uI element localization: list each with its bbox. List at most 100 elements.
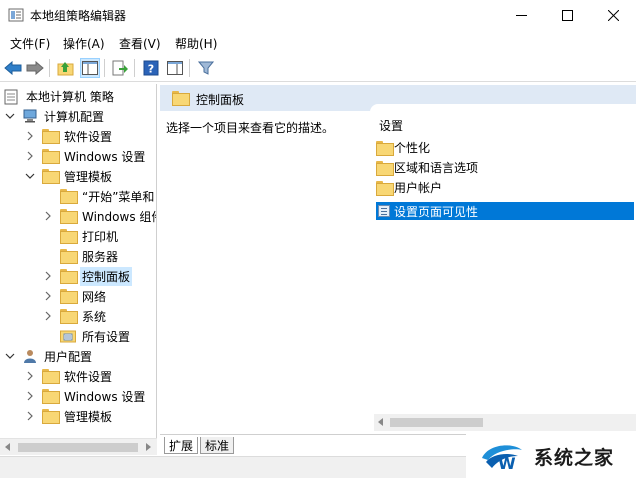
tree-node-user-admin-templates[interactable]: 管理模板 <box>24 406 114 426</box>
tree-node-user-software-settings[interactable]: 软件设置 <box>24 366 114 386</box>
chevron-down-icon[interactable] <box>4 110 16 122</box>
tree-label: Windows 组件 <box>82 209 157 224</box>
tree-horizontal-scrollbar[interactable] <box>0 438 157 455</box>
chevron-right-icon[interactable] <box>42 290 54 302</box>
tree-node-windows-settings[interactable]: Windows 设置 <box>24 146 147 166</box>
list-item-label: 区域和语言选项 <box>394 160 479 175</box>
list-item[interactable]: 个性化 <box>376 138 634 156</box>
list-item[interactable]: 用户帐户 <box>376 178 634 196</box>
console-tree-icon <box>82 61 98 75</box>
tree-node-start-menu[interactable]: “开始”菜单和 <box>42 186 156 206</box>
toolbar: ? <box>0 54 636 82</box>
tree-node-control-panel[interactable]: 控制面板 <box>42 266 133 286</box>
folder-icon <box>60 189 78 204</box>
list-item[interactable]: 区域和语言选项 <box>376 158 634 176</box>
all-settings-icon <box>60 329 76 343</box>
chevron-right-icon[interactable] <box>24 410 36 422</box>
scroll-left-icon[interactable] <box>378 418 383 426</box>
tree-label: 用户配置 <box>44 349 93 364</box>
list-horizontal-scrollbar[interactable] <box>374 414 636 431</box>
list-item-label: 个性化 <box>394 140 431 155</box>
tree-node-software-settings[interactable]: 软件设置 <box>24 126 114 146</box>
tree-label: Windows 设置 <box>64 149 146 164</box>
list-item-selected[interactable]: 设置页面可见性 <box>376 202 634 220</box>
computer-icon <box>22 109 38 123</box>
scroll-left-icon[interactable] <box>5 443 10 451</box>
tree-node-all-settings[interactable]: 所有设置 <box>42 326 132 346</box>
chevron-down-icon[interactable] <box>24 170 36 182</box>
menu-file[interactable]: 文件(F) <box>10 35 50 52</box>
tree-node-network[interactable]: 网络 <box>42 286 108 306</box>
minimize-icon <box>515 15 527 16</box>
tree-node-system[interactable]: 系统 <box>42 306 108 326</box>
close-button[interactable] <box>590 0 636 31</box>
chevron-down-icon[interactable] <box>4 350 16 362</box>
folder-icon <box>60 229 78 244</box>
toolbar-separator <box>189 59 190 77</box>
forward-button[interactable] <box>25 58 45 78</box>
list-item-label: 用户帐户 <box>394 180 443 195</box>
menu-view[interactable]: 查看(V) <box>119 35 161 52</box>
tree-label: 软件设置 <box>64 129 113 144</box>
minimize-button[interactable] <box>498 0 544 31</box>
show-hide-tree-button[interactable] <box>80 58 100 78</box>
scrollbar-thumb[interactable] <box>390 418 483 427</box>
scrollbar-thumb[interactable] <box>18 443 138 452</box>
filter-button[interactable] <box>196 58 216 78</box>
tree-node-admin-templates[interactable]: 管理模板 <box>24 166 114 186</box>
tab-extended[interactable]: 扩展 <box>164 437 199 454</box>
menu-help[interactable]: 帮助(H) <box>175 35 217 52</box>
back-button[interactable] <box>3 58 23 78</box>
tree-label: 软件设置 <box>64 369 113 384</box>
tree-node-printers[interactable]: 打印机 <box>42 226 120 246</box>
tree-node-user-windows-settings[interactable]: Windows 设置 <box>24 386 147 406</box>
chevron-right-icon[interactable] <box>24 130 36 142</box>
chevron-right-icon[interactable] <box>24 150 36 162</box>
folder-icon <box>42 129 60 144</box>
up-level-button[interactable] <box>56 58 76 78</box>
folder-icon <box>376 180 394 196</box>
watermark-logo-icon: W <box>482 445 522 472</box>
tree-label: 计算机配置 <box>44 109 105 124</box>
export-list-icon <box>112 60 128 76</box>
help-button[interactable]: ? <box>141 58 161 78</box>
tree-node-root[interactable]: 本地计算机 策略 <box>4 86 116 106</box>
list-column-header[interactable]: 设置 <box>379 117 403 134</box>
details-header-title: 控制面板 <box>196 93 245 107</box>
show-hide-action-pane-button[interactable] <box>165 58 185 78</box>
tree-node-computer-config[interactable]: 计算机配置 <box>4 106 106 126</box>
folder-icon <box>60 249 78 264</box>
chevron-right-icon[interactable] <box>42 210 54 222</box>
forward-arrow-icon <box>26 61 44 75</box>
folder-up-icon <box>57 62 74 76</box>
user-icon <box>22 349 38 363</box>
tree-node-user-config[interactable]: 用户配置 <box>4 346 94 366</box>
tab-standard[interactable]: 标准 <box>200 437 235 454</box>
chevron-right-icon[interactable] <box>24 370 36 382</box>
chevron-right-icon[interactable] <box>24 390 36 402</box>
maximize-button[interactable] <box>544 0 590 31</box>
tree-node-windows-components[interactable]: Windows 组件 <box>42 206 157 226</box>
export-list-button[interactable] <box>110 58 130 78</box>
help-icon: ? <box>143 60 159 76</box>
tree-label: 管理模板 <box>64 409 113 424</box>
tree-label: Windows 设置 <box>64 389 146 404</box>
tree-label: 管理模板 <box>64 169 113 184</box>
menu-action[interactable]: 操作(A) <box>63 35 105 52</box>
scroll-right-icon[interactable] <box>146 443 151 451</box>
window-title: 本地组策略编辑器 <box>30 9 127 23</box>
folder-icon <box>42 389 60 404</box>
folder-icon <box>60 269 78 284</box>
filter-icon <box>198 61 214 75</box>
tree-node-server[interactable]: 服务器 <box>42 246 120 266</box>
description-text: 选择一个项目来查看它的描述。 <box>166 121 335 135</box>
chevron-right-icon[interactable] <box>42 270 54 282</box>
description-pane: 选择一个项目来查看它的描述。 <box>160 111 370 411</box>
tree-label: “开始”菜单和 <box>82 189 155 204</box>
folder-icon <box>172 91 190 106</box>
gpedit-app-icon <box>8 8 24 23</box>
folder-icon <box>42 169 60 184</box>
svg-text:?: ? <box>148 63 154 76</box>
watermark-text: 系统之家 <box>534 447 615 469</box>
chevron-right-icon[interactable] <box>42 310 54 322</box>
